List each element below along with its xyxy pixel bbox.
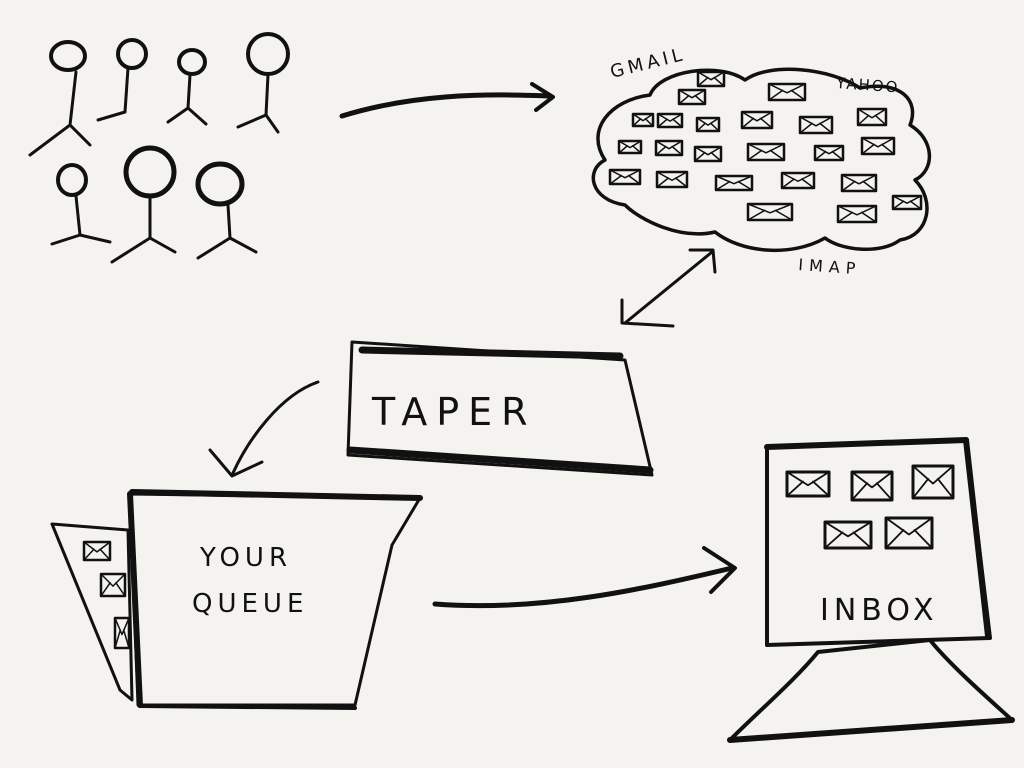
arrow-taper-cloud-bidirectional [620,248,717,328]
envelope-icon [840,173,878,193]
envelope-icon [695,116,721,133]
envelope-icon [113,616,131,650]
inbox-monitor: INBOX [727,437,1015,743]
stick-figure [236,32,290,134]
envelope-icon [82,540,112,562]
envelope-icon [693,145,723,163]
envelope-icon [631,112,655,128]
taper-box: TAPER [346,340,654,477]
queue-label-line2: QUEUE [192,589,308,619]
envelope-icon [767,82,807,102]
envelope-icon [746,202,794,222]
arrow-queue-to-inbox [432,546,737,609]
imap-label: IMAP [798,255,862,278]
envelope-icon [856,107,888,127]
taper-label: TAPER [371,390,537,434]
queue-envelopes [82,540,131,650]
envelope-icon [860,136,896,156]
envelope-icon [891,194,923,211]
email-flow-diagram: GMAIL YAHOO IMAP TAPER YOUR QUEUE INBOX [28,32,1015,743]
envelope-icon [746,142,786,162]
envelope-icon [677,88,707,106]
arrow-people-to-cloud [339,82,555,119]
stick-figure [195,161,258,260]
envelope-icon [785,470,831,498]
yahoo-label: YAHOO [835,74,900,96]
envelope-icon [654,139,684,157]
envelope-icon [836,204,878,224]
envelope-icon [740,110,774,130]
arrow-taper-to-queue [208,380,320,478]
people-group [28,32,290,264]
envelope-icon [780,171,816,190]
envelope-icon [99,572,127,598]
envelope-icon [911,464,955,500]
envelope-icon [655,170,689,189]
stick-figure [166,48,208,126]
envelope-icon [608,168,642,186]
envelope-icon [696,70,726,88]
email-cloud: GMAIL YAHOO IMAP [591,44,932,278]
envelope-icon [656,112,684,129]
inbox-label: INBOX [820,593,939,628]
stick-figure [28,40,92,157]
stick-figure [96,38,148,122]
envelope-icon [813,144,845,162]
gmail-label: GMAIL [608,44,688,83]
your-queue-folder: YOUR QUEUE [50,489,423,710]
queue-label-line1: YOUR [199,543,292,573]
stick-figure [110,145,177,264]
envelope-icon [798,115,834,135]
envelope-icon [823,520,873,550]
inbox-envelopes [785,464,955,550]
envelope-icon [884,516,934,550]
envelope-icon [714,174,754,192]
envelope-icon [617,139,643,155]
envelope-icon [850,470,894,502]
stick-figure [50,163,112,246]
